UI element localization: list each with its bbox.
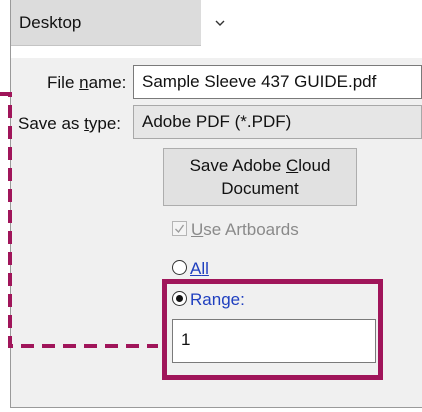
save-adobe-cloud-document-button[interactable]: Save Adobe Cloud Document <box>163 148 357 206</box>
chevron-down-icon <box>215 20 225 26</box>
cloud-button-line2: Document <box>221 179 299 198</box>
save-as-type-select[interactable]: Adobe PDF (*.PDF) <box>133 105 422 139</box>
location-dropdown[interactable]: Desktop <box>11 0 201 46</box>
location-bar: Desktop <box>11 0 422 58</box>
location-dropdown-toggle[interactable] <box>201 0 237 46</box>
checkbox-box <box>172 221 187 236</box>
all-radio-circle <box>172 260 187 275</box>
save-as-type-label: Save as type: <box>18 114 122 133</box>
range-highlight-box <box>162 279 383 380</box>
use-artboards-checkbox[interactable]: Use Artboards <box>172 220 299 244</box>
file-name-input[interactable]: Sample Sleeve 437 GUIDE.pdf <box>133 65 422 99</box>
check-icon <box>175 224 185 234</box>
cloud-button-line1: Save Adobe Cloud <box>189 156 331 175</box>
file-name-label: File name: <box>47 73 127 92</box>
location-label: Desktop <box>19 13 82 32</box>
